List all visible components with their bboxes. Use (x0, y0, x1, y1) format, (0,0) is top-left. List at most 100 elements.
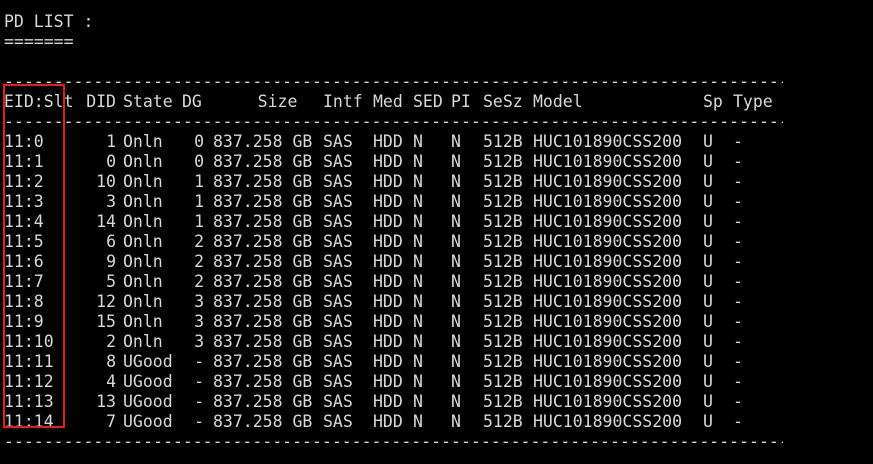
eid-slot-cell: 11:6 (4, 252, 44, 271)
size-cell: 837.258 GB (213, 132, 313, 151)
med-cell: HDD (373, 232, 403, 251)
type-cell: - (733, 292, 743, 311)
sesz-cell: 512B (483, 312, 523, 331)
dg-cell: 0 (194, 152, 204, 171)
table-separator-bottom: ----------------------------------------… (4, 432, 783, 451)
header-model: Model (533, 92, 583, 111)
header-dg: DG (182, 92, 202, 111)
sed-cell: N (413, 232, 423, 251)
intf-cell: SAS (323, 372, 353, 391)
dg-cell: 2 (194, 232, 204, 251)
sed-cell: N (413, 172, 423, 191)
dg-cell: 2 (194, 272, 204, 291)
state-cell: UGood (123, 392, 173, 411)
type-cell: - (733, 212, 743, 231)
size-cell: 837.258 GB (213, 212, 313, 231)
med-cell: HDD (373, 352, 403, 371)
intf-cell: SAS (323, 312, 353, 331)
med-cell: HDD (373, 392, 403, 411)
pi-cell: N (451, 372, 461, 391)
sed-cell: N (413, 412, 423, 431)
pi-cell: N (451, 252, 461, 271)
model-cell: HUC101890CSS200 (533, 252, 683, 271)
did-cell: 15 (96, 312, 116, 331)
size-cell: 837.258 GB (213, 372, 313, 391)
sed-cell: N (413, 392, 423, 411)
sp-cell: U (703, 192, 713, 211)
sesz-cell: 512B (483, 152, 523, 171)
did-cell: 0 (106, 152, 116, 171)
sesz-cell: 512B (483, 332, 523, 351)
sp-cell: U (703, 212, 713, 231)
state-cell: Onln (123, 132, 163, 151)
state-cell: Onln (123, 272, 163, 291)
state-cell: Onln (123, 172, 163, 191)
state-cell: Onln (123, 192, 163, 211)
state-cell: Onln (123, 252, 163, 271)
med-cell: HDD (373, 372, 403, 391)
model-cell: HUC101890CSS200 (533, 392, 683, 411)
pi-cell: N (451, 312, 461, 331)
med-cell: HDD (373, 212, 403, 231)
header-size: Size (208, 92, 298, 111)
intf-cell: SAS (323, 232, 353, 251)
dg-cell: 3 (194, 312, 204, 331)
type-cell: - (733, 272, 743, 291)
dg-cell: 1 (194, 172, 204, 191)
did-cell: 5 (106, 272, 116, 291)
title-underline: ======= (4, 32, 74, 51)
eid-slot-cell: 11:10 (4, 332, 54, 351)
type-cell: - (733, 252, 743, 271)
sed-cell: N (413, 312, 423, 331)
sed-cell: N (413, 272, 423, 291)
med-cell: HDD (373, 332, 403, 351)
dg-cell: - (194, 412, 204, 431)
sesz-cell: 512B (483, 372, 523, 391)
state-cell: Onln (123, 292, 163, 311)
model-cell: HUC101890CSS200 (533, 212, 683, 231)
eid-slot-cell: 11:1 (4, 152, 44, 171)
type-cell: - (733, 232, 743, 251)
type-cell: - (733, 132, 743, 151)
med-cell: HDD (373, 272, 403, 291)
pi-cell: N (451, 232, 461, 251)
terminal-window[interactable]: PD LIST : ======= ----------------------… (0, 0, 873, 464)
table-header-row: EID:Slt DID State DG Size Intf Med SED P… (0, 92, 773, 112)
pi-cell: N (451, 212, 461, 231)
sp-cell: U (703, 292, 713, 311)
sed-cell: N (413, 372, 423, 391)
pi-cell: N (451, 352, 461, 371)
sesz-cell: 512B (483, 252, 523, 271)
header-intf: Intf (323, 92, 363, 111)
pi-cell: N (451, 172, 461, 191)
sesz-cell: 512B (483, 412, 523, 431)
header-med: Med (373, 92, 403, 111)
did-cell: 6 (106, 232, 116, 251)
intf-cell: SAS (323, 332, 353, 351)
model-cell: HUC101890CSS200 (533, 352, 683, 371)
intf-cell: SAS (323, 272, 353, 291)
pi-cell: N (451, 392, 461, 411)
state-cell: UGood (123, 372, 173, 391)
eid-slot-cell: 11:9 (4, 312, 44, 331)
dg-cell: 2 (194, 252, 204, 271)
type-cell: - (733, 312, 743, 331)
model-cell: HUC101890CSS200 (533, 272, 683, 291)
eid-slot-cell: 11:2 (4, 172, 44, 191)
size-cell: 837.258 GB (213, 352, 313, 371)
sp-cell: U (703, 352, 713, 371)
did-cell: 10 (96, 172, 116, 191)
intf-cell: SAS (323, 132, 353, 151)
eid-slot-cell: 11:5 (4, 232, 44, 251)
did-cell: 2 (106, 332, 116, 351)
med-cell: HDD (373, 152, 403, 171)
dg-cell: 3 (194, 292, 204, 311)
sed-cell: N (413, 332, 423, 351)
sesz-cell: 512B (483, 132, 523, 151)
model-cell: HUC101890CSS200 (533, 132, 683, 151)
sp-cell: U (703, 332, 713, 351)
sesz-cell: 512B (483, 192, 523, 211)
model-cell: HUC101890CSS200 (533, 192, 683, 211)
type-cell: - (733, 152, 743, 171)
sed-cell: N (413, 192, 423, 211)
